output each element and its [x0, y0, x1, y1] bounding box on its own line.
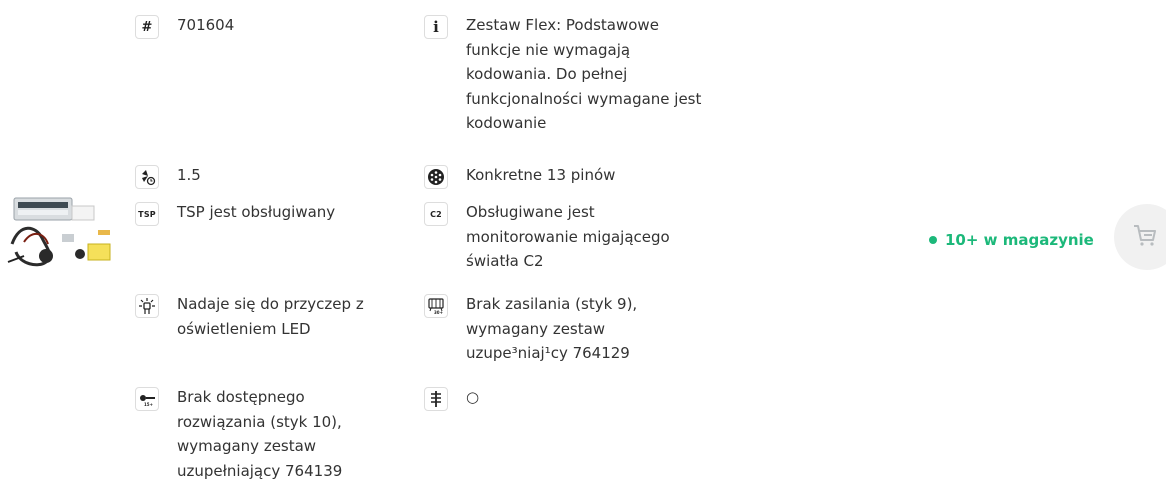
cart-icon [1131, 221, 1159, 253]
spec-version: 1.5 [135, 163, 382, 189]
spec-text: ○ [466, 388, 480, 406]
plug-pin-icon: 15+ [135, 387, 159, 411]
spec-pin-10: 15+ Brak dostępnego rozwiązania (styk 10… [135, 385, 382, 483]
spec-article-number: # 701604 [135, 13, 382, 39]
spec-text: Nadaje się do przyczep z oświetleniem LE… [177, 295, 364, 338]
svg-text:15+: 15+ [144, 402, 153, 407]
svg-text:30+: 30+ [434, 310, 443, 315]
c2-icon: C2 [424, 202, 448, 226]
spec-flex-info: i Zestaw Flex: Podstawowe funkcje nie wy… [424, 13, 706, 136]
spec-text: Obsługiwane jest monitorowanie migająceg… [466, 203, 670, 270]
spec-pin-9: 30+ Brak zasilania (styk 9), wymagany ze… [424, 292, 706, 366]
spec-text: 1.5 [177, 166, 201, 184]
stock-label: 10+ w magazynie [945, 231, 1094, 249]
led-light-icon [135, 294, 159, 318]
spec-c2: C2 Obsługiwane jest monitorowanie migają… [424, 200, 706, 274]
spec-text: Brak zasilania (styk 9), wymagany zestaw… [466, 295, 638, 362]
coding-lines-icon [424, 387, 448, 411]
spec-text: Zestaw Flex: Podstawowe funkcje nie wyma… [466, 16, 702, 132]
spec-text: Brak dostępnego rozwiązania (styk 10), w… [177, 388, 343, 480]
spec-13-pin: Konkretne 13 pinów [424, 163, 706, 189]
info-icon: i [424, 15, 448, 39]
spec-coding: ○ [424, 385, 706, 411]
product-row: # 701604 1.5 TSP TSP jest obsługiwany Na… [0, 0, 1166, 490]
status-dot-icon [929, 236, 937, 244]
hash-icon: # [135, 15, 159, 39]
spec-tsp: TSP TSP jest obsługiwany [135, 200, 382, 226]
product-image[interactable] [6, 192, 118, 274]
tsp-icon: TSP [135, 202, 159, 226]
add-to-cart-button[interactable] [1114, 204, 1166, 270]
fan-clock-icon [135, 165, 159, 189]
spec-led: Nadaje się do przyczep z oświetleniem LE… [135, 292, 382, 341]
spec-text: TSP jest obsługiwany [177, 203, 336, 221]
stock-status: 10+ w magazynie [929, 231, 1094, 249]
socket-13-pin-icon [424, 165, 448, 189]
power-supply-icon: 30+ [424, 294, 448, 318]
spec-text: Konkretne 13 pinów [466, 166, 616, 184]
spec-text: 701604 [177, 16, 235, 34]
